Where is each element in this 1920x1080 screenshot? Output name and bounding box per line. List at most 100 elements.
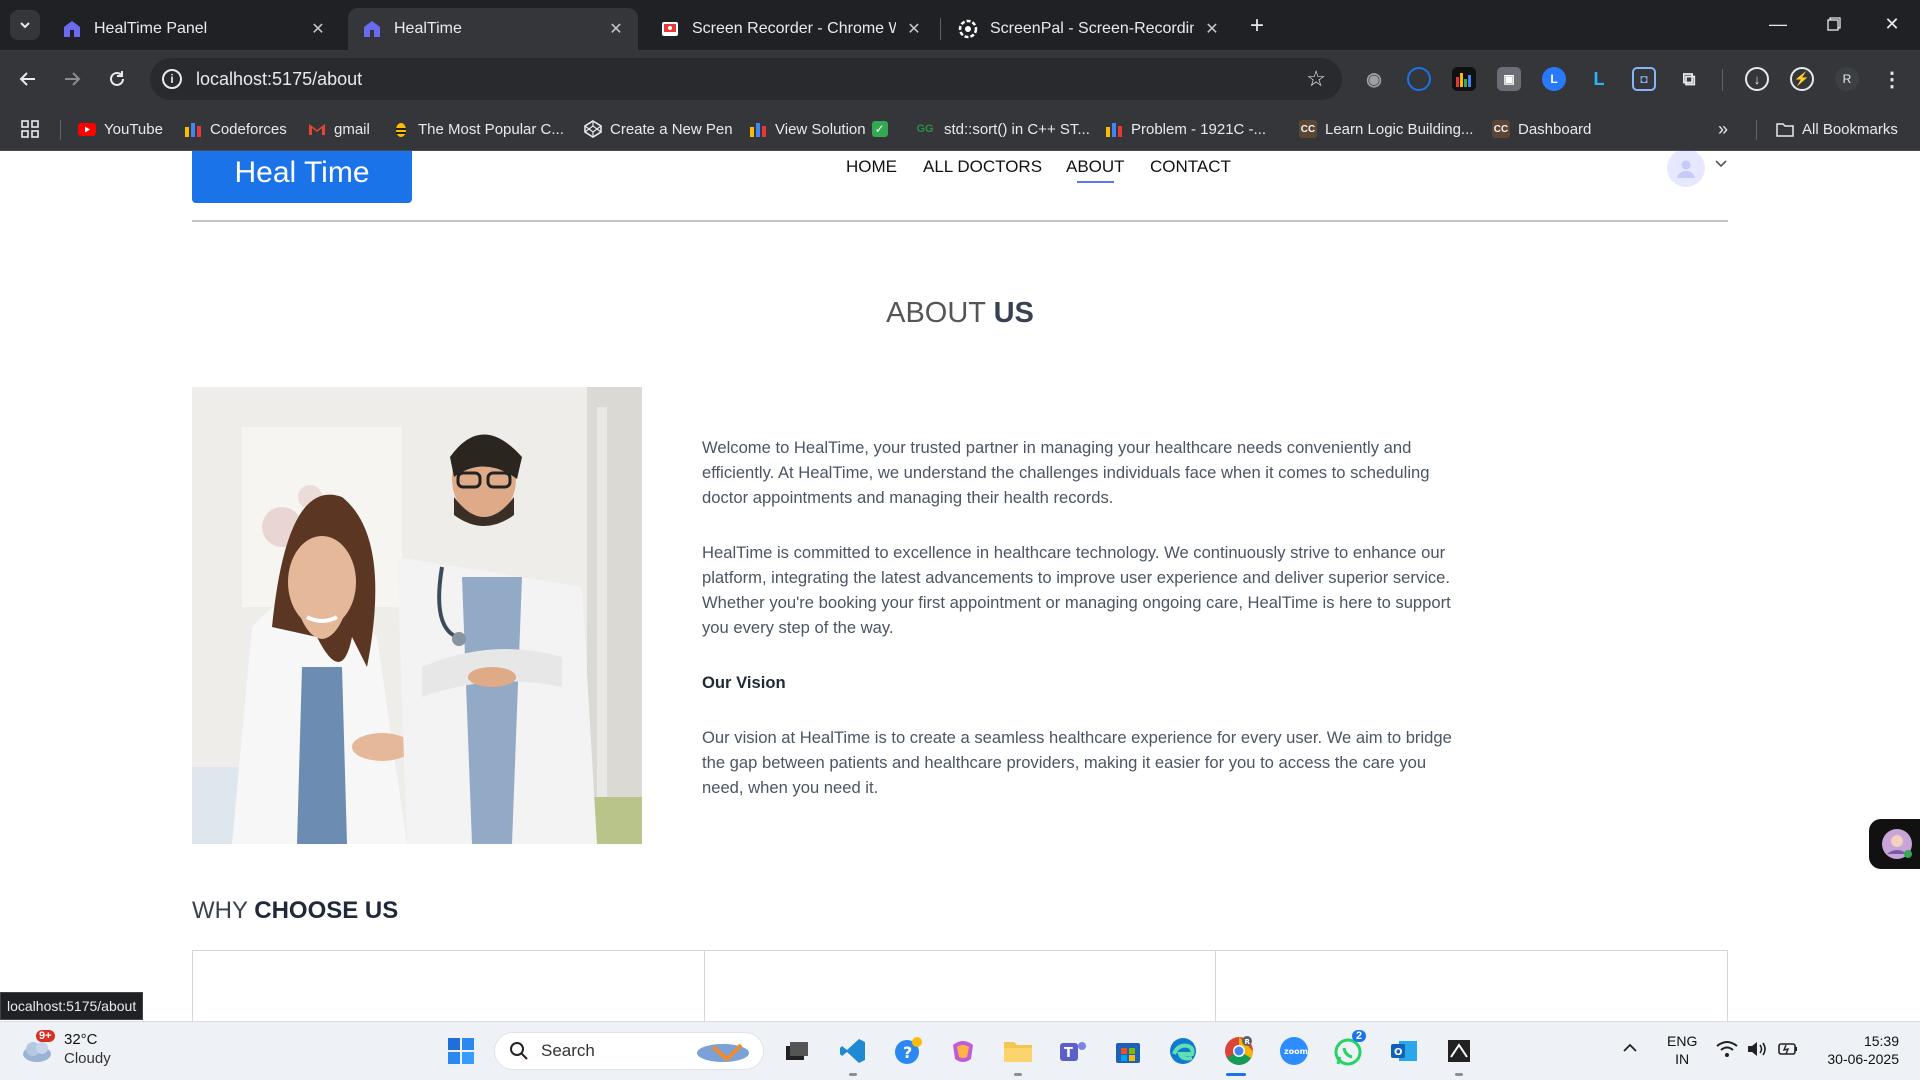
- bookmarks-bar: YouTube Codeforces gmail The Most Popula…: [0, 108, 1920, 151]
- feature-card[interactable]: [193, 951, 705, 1021]
- user-avatar[interactable]: [1667, 151, 1705, 187]
- clock[interactable]: 15:39 30-06-2025: [1815, 1032, 1899, 1068]
- help-app-icon[interactable]: ?: [891, 1034, 925, 1068]
- copilot-icon[interactable]: [946, 1034, 980, 1068]
- about-paragraph-3: Our vision at HealTime is to create a se…: [702, 728, 1452, 797]
- whatsapp-icon[interactable]: 2: [1332, 1030, 1367, 1068]
- extensions-puzzle-icon[interactable]: ⧉: [1677, 67, 1701, 91]
- performance-icon[interactable]: ⚡: [1790, 67, 1814, 91]
- about-title: ABOUT US: [0, 297, 1920, 330]
- feature-card[interactable]: [705, 951, 1217, 1021]
- weather-widget[interactable]: 9+ 32°C Cloudy: [20, 1030, 111, 1068]
- tab-healtime[interactable]: HealTime ✕: [348, 8, 638, 50]
- language-code: ENG: [1667, 1033, 1698, 1049]
- site-info-icon[interactable]: i: [162, 69, 182, 89]
- bookmark-most-popular[interactable]: The Most Popular C...: [392, 118, 564, 140]
- url-text[interactable]: localhost:5175/about: [196, 69, 362, 90]
- task-view-icon[interactable]: [780, 1034, 814, 1068]
- file-explorer-icon[interactable]: [1001, 1034, 1035, 1068]
- bookmark-gmail[interactable]: gmail: [308, 118, 370, 140]
- bookmark-codeforces[interactable]: Codeforces: [184, 118, 287, 140]
- weather-condition: Cloudy: [64, 1050, 111, 1067]
- region-code: IN: [1675, 1051, 1690, 1067]
- all-bookmarks-button[interactable]: All Bookmarks: [1776, 118, 1898, 140]
- search-highlight-icon: [693, 1037, 755, 1072]
- minimize-button[interactable]: —: [1750, 0, 1806, 48]
- extension-camera-icon[interactable]: ◘: [1632, 67, 1656, 91]
- close-window-button[interactable]: ✕: [1864, 0, 1920, 48]
- gfg-icon: GG: [916, 123, 934, 135]
- tab-screen-recorder[interactable]: Screen Recorder - Chrome Web ✕: [646, 8, 936, 50]
- nav-about[interactable]: ABOUT: [1066, 157, 1125, 177]
- extension-image-icon[interactable]: ▣: [1497, 67, 1521, 91]
- feature-card[interactable]: [1216, 951, 1727, 1021]
- battery-icon[interactable]: [1776, 1040, 1798, 1062]
- tab-healtime-panel[interactable]: HealTime Panel ✕: [48, 8, 340, 50]
- teams-icon[interactable]: T: [1056, 1034, 1090, 1068]
- edge-icon[interactable]: [1166, 1034, 1200, 1068]
- floating-assistant-button[interactable]: [1869, 819, 1920, 869]
- close-icon[interactable]: ✕: [1202, 19, 1222, 39]
- screen-recorder-favicon-icon: [660, 19, 680, 39]
- more-bookmarks-chevron-icon[interactable]: »: [1718, 118, 1728, 140]
- bookmark-label: Create a New Pen: [610, 120, 733, 138]
- microsoft-store-icon[interactable]: [1111, 1034, 1145, 1068]
- outlook-icon[interactable]: O: [1387, 1034, 1421, 1068]
- extension-eye-icon[interactable]: ◉: [1362, 67, 1386, 91]
- show-hidden-icons-chevron[interactable]: [1622, 1040, 1638, 1058]
- acs-app-icon[interactable]: [1442, 1034, 1476, 1068]
- windows-start-icon[interactable]: [444, 1034, 478, 1068]
- extension-chart-icon[interactable]: [1452, 67, 1476, 91]
- bookmark-view-solution[interactable]: View Solution ✓: [749, 118, 888, 140]
- chrome-icon[interactable]: R: [1222, 1034, 1256, 1068]
- new-tab-button[interactable]: +: [1243, 12, 1271, 40]
- codeforces-icon: [1105, 120, 1123, 138]
- tab-separator: [940, 18, 941, 40]
- nav-all-doctors[interactable]: ALL DOCTORS: [923, 157, 1042, 177]
- weather-badge: 9+: [36, 1030, 55, 1042]
- svg-text:T: T: [1064, 1046, 1073, 1061]
- running-indicator: [1014, 1073, 1022, 1076]
- download-icon[interactable]: ↓: [1745, 67, 1769, 91]
- taskbar-search[interactable]: Search: [494, 1032, 764, 1070]
- address-bar[interactable]: i localhost:5175/about ☆: [150, 58, 1342, 100]
- back-button[interactable]: [13, 64, 43, 94]
- bookmark-problem-1921c[interactable]: Problem - 1921C -...: [1105, 118, 1266, 140]
- forward-button[interactable]: [57, 64, 87, 94]
- arrow-right-icon: [65, 72, 81, 86]
- nav-home[interactable]: HOME: [846, 157, 897, 177]
- close-icon[interactable]: ✕: [308, 19, 328, 39]
- bookmark-star-icon[interactable]: ☆: [1306, 66, 1326, 92]
- restore-button[interactable]: [1806, 0, 1862, 48]
- bookmark-codepen[interactable]: Create a New Pen: [584, 118, 733, 140]
- toolbar-separator: [1722, 69, 1723, 91]
- site-logo[interactable]: Heal Time: [192, 151, 412, 203]
- bookmark-std-sort[interactable]: GG std::sort() in C++ ST...: [914, 118, 1089, 140]
- bookmark-label: All Bookmarks: [1802, 120, 1898, 138]
- bookmark-youtube[interactable]: YouTube: [78, 118, 163, 140]
- browser-toolbar: i localhost:5175/about ☆ ◉ ▣ L L ◘ ⧉ ↓ ⚡…: [0, 50, 1920, 108]
- wifi-icon[interactable]: [1716, 1040, 1738, 1062]
- profile-avatar[interactable]: R: [1835, 67, 1859, 91]
- zoom-icon[interactable]: zoom: [1277, 1034, 1311, 1068]
- bookmark-label: Learn Logic Building...: [1325, 120, 1474, 138]
- extension-l-icon[interactable]: L: [1542, 67, 1566, 91]
- chrome-menu-icon[interactable]: ⋮: [1880, 67, 1904, 91]
- nav-contact[interactable]: CONTACT: [1150, 157, 1231, 177]
- language-indicator[interactable]: ENG IN: [1667, 1032, 1697, 1068]
- reload-button[interactable]: [102, 64, 132, 94]
- close-icon[interactable]: ✕: [606, 19, 626, 39]
- extension-circle-icon[interactable]: [1407, 67, 1431, 91]
- apps-grid-icon[interactable]: [20, 118, 40, 140]
- running-indicator: [1455, 1073, 1463, 1076]
- chevron-down-icon[interactable]: [1714, 157, 1728, 173]
- close-icon[interactable]: ✕: [904, 19, 924, 39]
- bookmark-dashboard[interactable]: CC Dashboard: [1492, 118, 1591, 140]
- extension-leetcode-icon[interactable]: L: [1587, 67, 1611, 91]
- tab-search-button[interactable]: [10, 10, 40, 40]
- vscode-icon[interactable]: [836, 1034, 870, 1068]
- bookmark-learn-logic[interactable]: CC Learn Logic Building...: [1299, 118, 1473, 140]
- tab-title: HealTime: [394, 20, 462, 37]
- tab-screenpal[interactable]: ScreenPal - Screen-Recording ✕: [944, 8, 1234, 50]
- volume-icon[interactable]: [1746, 1040, 1768, 1062]
